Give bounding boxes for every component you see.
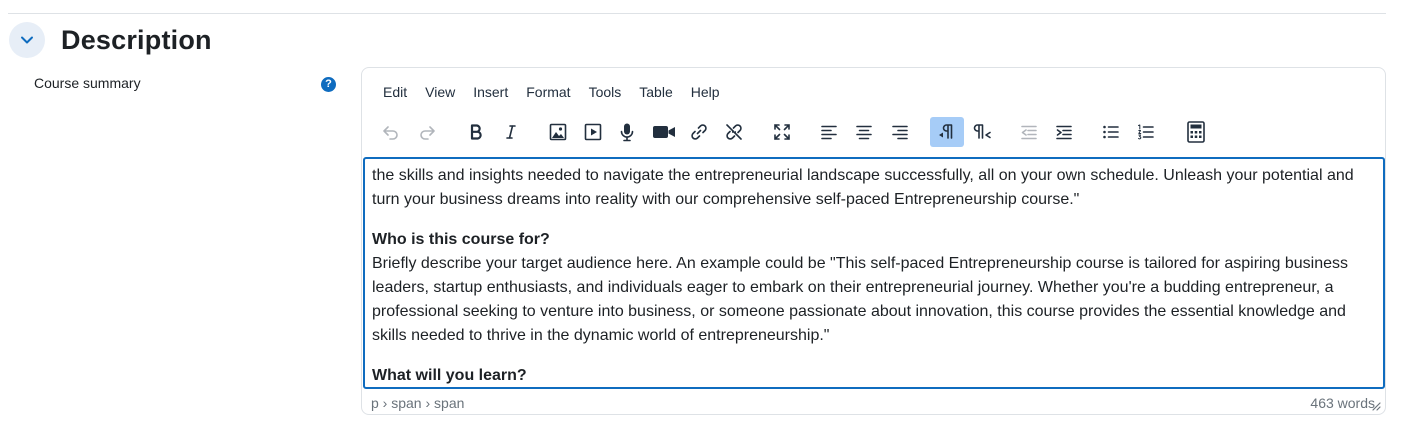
field-label: Course summary [34, 75, 141, 91]
bold-button[interactable] [459, 117, 493, 147]
unlink-button[interactable] [717, 117, 751, 147]
insert-media-button[interactable] [576, 117, 610, 147]
menu-tools[interactable]: Tools [580, 82, 631, 102]
menu-format[interactable]: Format [517, 82, 579, 102]
align-right-icon [892, 125, 908, 140]
media-icon [584, 123, 602, 141]
section-divider [8, 13, 1386, 14]
menu-view[interactable]: View [416, 82, 464, 102]
question-circle-icon[interactable]: ? [321, 77, 336, 92]
align-right-button[interactable] [883, 117, 917, 147]
link-button[interactable] [682, 117, 716, 147]
microphone-icon [620, 123, 634, 142]
fullscreen-icon [774, 124, 790, 140]
word-count[interactable]: 463 words [1310, 395, 1375, 413]
section-title: Description [61, 24, 212, 55]
collapse-section-button[interactable] [9, 22, 45, 58]
redo-button[interactable] [410, 117, 444, 147]
rtl-icon [973, 124, 991, 139]
resize-handle-icon[interactable] [1371, 401, 1381, 411]
bullet-list-icon [1103, 125, 1119, 139]
link-icon [691, 124, 707, 140]
align-center-icon [856, 125, 872, 140]
element-path[interactable]: p › span › span [371, 395, 464, 413]
align-left-button[interactable] [812, 117, 846, 147]
record-audio-button[interactable] [610, 117, 644, 147]
calculator-icon [1187, 121, 1205, 143]
indent-icon [1056, 125, 1072, 140]
menu-table[interactable]: Table [630, 82, 681, 102]
menu-insert[interactable]: Insert [464, 82, 517, 102]
indent-button[interactable] [1047, 117, 1081, 147]
menu-edit[interactable]: Edit [374, 82, 416, 102]
menu-help[interactable]: Help [682, 82, 729, 102]
section-header: Description [9, 22, 212, 58]
bullet-list-button[interactable] [1094, 117, 1128, 147]
redo-icon [420, 126, 435, 140]
italic-button[interactable] [494, 117, 528, 147]
fullscreen-button[interactable] [765, 117, 799, 147]
align-left-icon [821, 125, 837, 140]
content-heading: Who is this course for? [372, 231, 550, 248]
ltr-icon [939, 124, 953, 139]
numbered-list-icon [1138, 124, 1154, 140]
content-heading: What will you learn? [372, 367, 527, 384]
outdent-button[interactable] [1012, 117, 1046, 147]
align-center-button[interactable] [847, 117, 881, 147]
undo-button[interactable] [374, 117, 408, 147]
video-camera-icon [653, 126, 675, 138]
undo-icon [383, 126, 398, 140]
equation-editor-button[interactable] [1179, 117, 1213, 147]
outdent-icon [1021, 125, 1037, 140]
rich-text-editor: Edit View Insert Format Tools Table Help [361, 67, 1386, 415]
left-to-right-button[interactable] [930, 117, 964, 147]
image-icon [549, 123, 567, 141]
numbered-list-button[interactable] [1129, 117, 1163, 147]
editor-menubar: Edit View Insert Format Tools Table Help [374, 82, 729, 102]
chevron-down-icon [21, 36, 33, 44]
content-paragraph: Briefly describe your target audience he… [372, 255, 1348, 344]
insert-image-button[interactable] [541, 117, 575, 147]
editor-statusbar: p › span › span 463 words [371, 395, 1375, 413]
right-to-left-button[interactable] [965, 117, 999, 147]
record-video-button[interactable] [647, 117, 681, 147]
help-glyph: ? [325, 78, 332, 90]
unlink-icon [726, 124, 742, 140]
editor-content-area[interactable]: the skills and insights needed to naviga… [363, 157, 1385, 389]
bold-icon [470, 124, 482, 140]
content-paragraph: the skills and insights needed to naviga… [372, 167, 1354, 208]
italic-icon [506, 125, 516, 139]
